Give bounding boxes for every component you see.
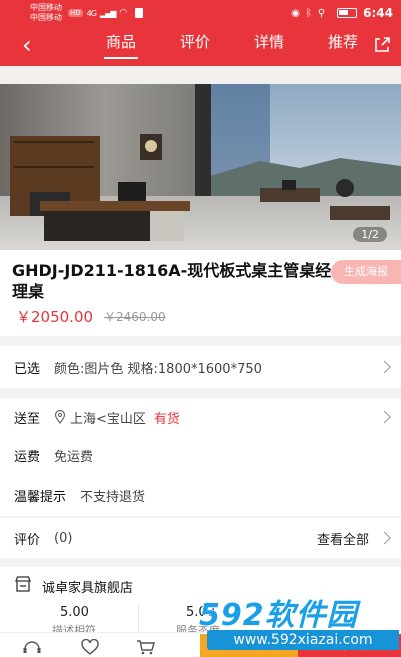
battery-icon xyxy=(337,8,358,18)
stock-status: 有货 xyxy=(153,411,180,427)
chevron-right-icon xyxy=(378,531,391,545)
status-left: 中国移动 中国移动 HD 4G ▂▄▆ ◠ xyxy=(30,3,144,23)
generate-poster-button[interactable]: 生成海报 xyxy=(331,260,401,284)
current-price: ￥2050.00 xyxy=(16,308,94,326)
notification-icon xyxy=(135,8,144,18)
carrier-2: 中国移动 xyxy=(30,13,62,22)
customer-service-icon[interactable] xyxy=(22,639,42,655)
tab-reviews[interactable]: 评价 xyxy=(158,31,232,59)
image-pager: 1/2 xyxy=(353,227,387,242)
notice-value: 不支持退货 xyxy=(80,489,146,505)
reviews-count: (0) xyxy=(54,530,73,546)
store-score-service: 5.00 xyxy=(186,605,215,620)
back-arrow-icon[interactable]: ‹ xyxy=(22,33,32,57)
hd-badge: HD xyxy=(68,9,83,17)
location-pin-icon xyxy=(54,410,66,424)
reviews-label: 评价 xyxy=(14,532,41,548)
product-image-carousel[interactable]: 1/2 xyxy=(0,66,401,250)
store-icon xyxy=(15,576,31,592)
reviews-row[interactable]: 评价 (0) 查看全部 xyxy=(0,518,401,558)
nav-tabs: 商品 评价 详情 推荐 xyxy=(84,31,380,59)
product-photo xyxy=(0,66,401,250)
store-name: 诚卓家具旗舰店 xyxy=(42,581,134,596)
original-price: ￥2460.00 xyxy=(104,310,166,324)
freight-value: 免运费 xyxy=(54,449,94,465)
chevron-right-icon xyxy=(378,410,391,424)
eye-icon: ◉ xyxy=(291,7,300,19)
buy-now-button[interactable]: 立即购买 xyxy=(298,634,401,657)
freight-row: 运费 免运费 xyxy=(0,436,401,474)
bluetooth-icon: ᛒ xyxy=(305,7,312,19)
shipping-row[interactable]: 送至 上海<宝山区 有货 xyxy=(0,398,401,436)
notice-label: 温馨提示 xyxy=(14,489,67,505)
network-type: 4G xyxy=(86,8,97,18)
chevron-right-icon xyxy=(378,360,391,374)
add-to-cart-button[interactable]: 加入购物车 xyxy=(200,634,298,657)
product-info: GHDJ-JD211-1816A-现代板式桌主管桌经理桌 生成海报 ￥2050.… xyxy=(0,250,401,336)
share-icon[interactable] xyxy=(373,36,391,54)
selected-label: 已选 xyxy=(14,361,41,377)
nav-bar: ‹ 商品 评价 详情 推荐 xyxy=(0,26,401,66)
view-all-reviews-link[interactable]: 查看全部 xyxy=(317,529,369,548)
signal-icon: ▂▄▆ xyxy=(99,8,117,18)
selected-spec-row[interactable]: 已选 颜色:图片色 规格:1800*1600*750 xyxy=(0,346,401,388)
tab-details[interactable]: 详情 xyxy=(232,31,306,59)
wifi-icon: ◠ xyxy=(119,8,128,18)
selected-value: 颜色:图片色 规格:1800*1600*750 xyxy=(54,361,262,377)
tab-recommend[interactable]: 推荐 xyxy=(306,31,380,59)
score-divider xyxy=(138,605,139,633)
store-score-description: 5.00 xyxy=(60,605,89,620)
carrier-labels: 中国移动 中国移动 xyxy=(30,3,62,23)
status-bar: 中国移动 中国移动 HD 4G ▂▄▆ ◠ ◉ ᛒ ⚲ 96 6:44 xyxy=(0,0,401,26)
product-title: GHDJ-JD211-1816A-现代板式桌主管桌经理桌 xyxy=(12,261,332,301)
tab-product[interactable]: 商品 xyxy=(84,31,158,59)
clock: 6:44 xyxy=(363,6,393,20)
freight-label: 运费 xyxy=(14,449,41,465)
cart-icon[interactable] xyxy=(136,639,156,655)
status-right: ◉ ᛒ ⚲ 96 6:44 xyxy=(291,6,393,20)
app-header: 中国移动 中国移动 HD 4G ▂▄▆ ◠ ◉ ᛒ ⚲ 96 6:44 ‹ 商品… xyxy=(0,0,401,66)
shipping-location: 上海<宝山区 xyxy=(70,411,146,427)
location-icon: ⚲ xyxy=(317,7,326,19)
notice-row: 温馨提示 不支持退货 xyxy=(0,474,401,516)
carrier-1: 中国移动 xyxy=(30,3,62,12)
heart-icon[interactable] xyxy=(80,639,100,655)
shipping-label: 送至 xyxy=(14,411,41,427)
